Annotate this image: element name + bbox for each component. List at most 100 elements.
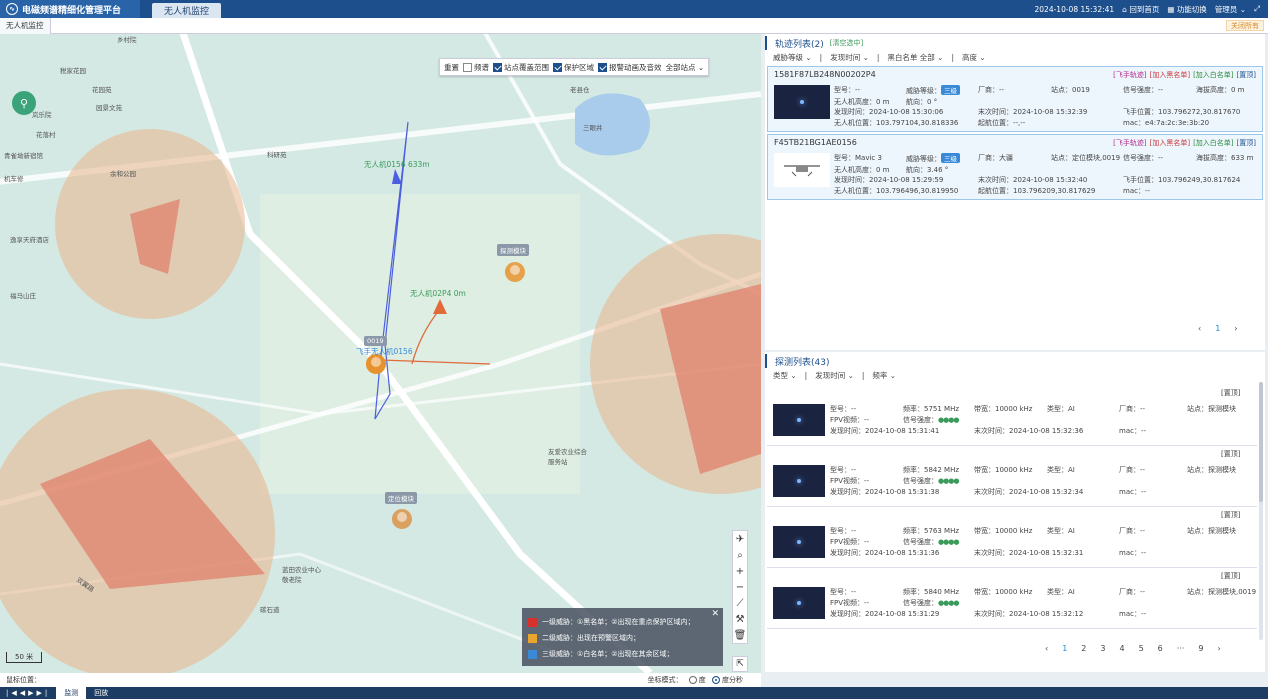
- page-number[interactable]: 1: [1062, 644, 1067, 653]
- track-card[interactable]: F45TB21BG1AE0156 [飞手轨迹] [加入黑名单] [加入白名单] …: [767, 134, 1263, 200]
- filter-found-time[interactable]: 发现时间 ⌄: [830, 52, 869, 63]
- footer-bar: |◀◀▶▶| 监测 回放: [0, 687, 1268, 699]
- alarm-toggle[interactable]: 报警动画及音效: [598, 62, 662, 73]
- function-switch-button[interactable]: ▦ 功能切换: [1167, 4, 1206, 15]
- datetime: 2024-10-08 15:32:41: [1034, 4, 1115, 14]
- close-icon[interactable]: ✕: [711, 609, 719, 619]
- detect-thumbnail: [773, 404, 825, 436]
- pin-top-link[interactable]: [置顶]: [1237, 70, 1256, 80]
- field-mac: mac：e4:7a:2c:3e:3b:20: [1123, 119, 1210, 127]
- signal-strength-icon: ●●●●: [938, 538, 959, 546]
- drone-label-02p4[interactable]: 无人机02P4 0m: [410, 288, 466, 299]
- prev-page-icon[interactable]: ‹: [1198, 324, 1201, 333]
- field-drone-pos: 无人机位置：103.797104,30.818336: [834, 119, 959, 127]
- add-blacklist-link[interactable]: [加入黑名单]: [1150, 70, 1190, 80]
- pin-top-link[interactable]: [置顶]: [1237, 138, 1256, 148]
- plane-icon[interactable]: ✈: [736, 531, 744, 547]
- field-takeoff-pos: 起航位置：103.796209,30.817629: [978, 187, 1096, 195]
- trash-icon[interactable]: 🗑: [734, 627, 747, 643]
- page-number[interactable]: 9: [1198, 644, 1203, 653]
- collapse-arrow-icon[interactable]: ⇱: [732, 656, 748, 672]
- fullscreen-icon[interactable]: ⤢: [1254, 4, 1260, 14]
- admin-menu[interactable]: 管理员 ⌄: [1215, 4, 1246, 15]
- page-number[interactable]: 5: [1139, 644, 1144, 653]
- filter-type[interactable]: 类型 ⌄: [773, 370, 797, 381]
- field-station: 站点：探测模块,0019: [1187, 588, 1257, 596]
- field-threat: 威胁等级： 三级: [906, 85, 960, 96]
- detect-card[interactable]: [置顶] 型号：-- 频率：5751 MHz 带宽：10000 kHz 类型：AI 厂商：…: [767, 386, 1257, 446]
- reset-button[interactable]: 重置: [444, 62, 459, 73]
- clear-selection-button[interactable]: [清空选中]: [830, 38, 863, 48]
- pin-top-link[interactable]: [置顶]: [1221, 449, 1240, 459]
- detect-list-title: 探测列表(43): [765, 354, 1265, 368]
- playback-nav-icon[interactable]: |◀◀▶▶|: [0, 689, 56, 697]
- page-number[interactable]: 4: [1119, 644, 1124, 653]
- field-found-time: 发现时间：2024-10-08 15:31:41: [830, 427, 940, 435]
- tab-drone-monitor[interactable]: 无人机监控: [152, 3, 222, 18]
- detect-module-label[interactable]: 探测模块: [497, 244, 529, 256]
- next-page-icon[interactable]: ›: [1218, 644, 1221, 653]
- pilot-track-link[interactable]: [飞手轨迹]: [1113, 70, 1146, 80]
- add-whitelist-link[interactable]: [加入白名单]: [1193, 138, 1233, 148]
- pin-top-link[interactable]: [置顶]: [1221, 388, 1240, 398]
- page-number[interactable]: 3: [1100, 644, 1105, 653]
- home-button[interactable]: ⌂ 回到首页: [1122, 4, 1159, 15]
- station-pin-label[interactable]: 0019: [364, 336, 387, 346]
- page-number[interactable]: 2: [1081, 644, 1086, 653]
- coord-mode-label: 坐标模式：: [647, 676, 683, 684]
- locate-module-label[interactable]: 定位模块: [385, 492, 417, 504]
- pin-top-link[interactable]: [置顶]: [1221, 510, 1240, 520]
- field-station: 站点：定位模块,0019: [1051, 154, 1121, 162]
- locate-button[interactable]: ⚲: [12, 91, 36, 115]
- filter-list[interactable]: 黑白名单 全部 ⌄: [887, 52, 943, 63]
- station-range-toggle[interactable]: 站点覆盖范围: [493, 62, 549, 73]
- filter-threat[interactable]: 威胁等级 ⌄: [773, 52, 812, 63]
- freq-toggle[interactable]: 频谱: [463, 62, 489, 73]
- page-ellipsis[interactable]: ···: [1177, 644, 1185, 653]
- field-signal: 信号强度：--: [1123, 154, 1164, 162]
- measure-icon[interactable]: ⟋: [737, 595, 744, 611]
- zoom-out-icon[interactable]: −: [736, 579, 744, 595]
- legend-swatch: [528, 649, 537, 659]
- search-icon[interactable]: ⌕: [737, 547, 743, 563]
- field-model: 型号：--: [834, 86, 861, 94]
- field-vendor: 厂商：--: [1119, 405, 1146, 413]
- field-type: 类型：AI: [1047, 588, 1075, 596]
- home-icon: ⌂: [1122, 4, 1127, 14]
- prev-page-icon[interactable]: ‹: [1045, 644, 1048, 653]
- close-all-button[interactable]: 关闭所有: [1226, 20, 1264, 31]
- all-stations-select[interactable]: 全部站点 ⌄: [666, 62, 705, 73]
- zoom-in-icon[interactable]: +: [736, 563, 744, 579]
- field-freq: 频率：5840 MHz: [903, 588, 960, 596]
- field-threat: 威胁等级： 三级: [906, 153, 960, 164]
- detect-card[interactable]: [置顶] 型号：-- 频率：5842 MHz 带宽：10000 kHz 类型：AI 厂商：…: [767, 447, 1257, 507]
- pin-top-link[interactable]: [置顶]: [1221, 571, 1240, 581]
- coord-deg-radio[interactable]: 度: [688, 675, 706, 685]
- protect-area-toggle[interactable]: 保护区域: [553, 62, 594, 73]
- map-label: 机车修: [4, 175, 24, 183]
- detect-scrollbar[interactable]: [1259, 382, 1263, 640]
- wrench-icon[interactable]: ⚒: [736, 611, 745, 627]
- tab-playback[interactable]: 回放: [86, 687, 116, 699]
- add-blacklist-link[interactable]: [加入黑名单]: [1150, 138, 1190, 148]
- sub-tab-bar: 无人机监控 关闭所有: [0, 17, 1268, 34]
- detect-pagination: ‹ 1 2 3 4 5 6 ··· 9 ›: [1045, 644, 1221, 653]
- add-whitelist-link[interactable]: [加入白名单]: [1193, 70, 1233, 80]
- map-view[interactable]: 乡村院 税家花园 花园苑 园景文苑 花落村 余和公园 青雀坳新宿馆 机车修 岚乐…: [0, 34, 761, 673]
- detect-card[interactable]: [置顶] 型号：-- 频率：5763 MHz 带宽：10000 kHz 类型：AI 厂商：…: [767, 508, 1257, 568]
- filter-freq[interactable]: 频率 ⌄: [872, 370, 896, 381]
- subtab-drone-monitor[interactable]: 无人机监控: [0, 17, 51, 34]
- page-number[interactable]: 6: [1158, 644, 1163, 653]
- next-page-icon[interactable]: ›: [1234, 324, 1237, 333]
- tab-live[interactable]: 监测: [56, 687, 87, 699]
- drone-label-0156[interactable]: 无人机0156 633m: [364, 159, 430, 170]
- coord-dms-radio[interactable]: 度分秒: [711, 675, 743, 685]
- field-mac: mac：--: [1119, 488, 1147, 496]
- filter-height[interactable]: 高度 ⌄: [962, 52, 986, 63]
- filter-found-time[interactable]: 发现时间 ⌄: [815, 370, 854, 381]
- track-card[interactable]: 1581F87LB248N00202P4 [飞手轨迹] [加入黑名单] [加入白…: [767, 66, 1263, 132]
- detect-card[interactable]: [置顶] 型号：-- 频率：5840 MHz 带宽：10000 kHz 类型：AI 厂商：…: [767, 569, 1257, 629]
- field-found-time: 发现时间：2024-10-08 15:31:29: [830, 610, 940, 618]
- page-number[interactable]: 1: [1215, 324, 1220, 333]
- pilot-track-link[interactable]: [飞手轨迹]: [1113, 138, 1146, 148]
